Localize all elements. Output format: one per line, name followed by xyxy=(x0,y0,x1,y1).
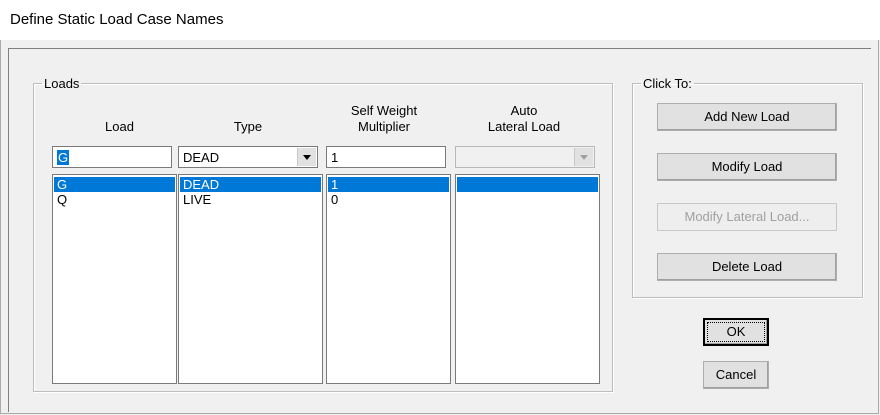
auto-lateral-load-list[interactable] xyxy=(455,174,600,384)
list-item[interactable]: 1 xyxy=(328,177,449,192)
column-header-auto-lateral-line1: Auto xyxy=(510,103,538,118)
list-item[interactable]: DEAD xyxy=(180,177,321,192)
list-item[interactable]: G xyxy=(54,177,175,192)
add-new-load-button[interactable]: Add New Load xyxy=(657,103,837,131)
title-bar: Define Static Load Case Names xyxy=(0,0,880,40)
column-header-self-weight: Self Weight Multiplier xyxy=(325,103,443,135)
auto-lateral-load-dropdown[interactable] xyxy=(455,146,595,168)
load-type-dropdown-button[interactable] xyxy=(297,148,316,166)
column-header-self-weight-line2: Multiplier xyxy=(357,119,410,134)
delete-load-button[interactable]: Delete Load xyxy=(657,253,837,281)
column-header-auto-lateral-line2: Lateral Load xyxy=(487,119,561,134)
column-header-type: Type xyxy=(233,119,263,134)
self-weight-multiplier-list[interactable]: 1 0 xyxy=(326,174,451,384)
cancel-button[interactable]: Cancel xyxy=(703,361,769,389)
auto-lateral-dropdown-button[interactable] xyxy=(574,148,593,166)
column-header-auto-lateral: Auto Lateral Load xyxy=(453,103,595,135)
chevron-down-icon xyxy=(303,155,311,160)
load-name-value: G xyxy=(57,150,70,165)
window-title: Define Static Load Case Names xyxy=(10,11,224,28)
modify-load-button[interactable]: Modify Load xyxy=(657,153,837,181)
list-item[interactable] xyxy=(457,177,598,192)
modify-lateral-load-button[interactable]: Modify Lateral Load... xyxy=(657,203,837,231)
list-item[interactable]: 0 xyxy=(328,192,449,207)
self-weight-multiplier-value: 1 xyxy=(331,150,339,165)
load-name-input[interactable]: G xyxy=(52,146,172,168)
load-type-list[interactable]: DEAD LIVE xyxy=(178,174,323,384)
column-header-load: Load xyxy=(105,119,134,134)
loads-group-legend: Loads xyxy=(44,76,80,91)
chevron-down-icon xyxy=(580,155,588,160)
load-type-dropdown[interactable]: DEAD xyxy=(178,146,318,168)
column-header-self-weight-line1: Self Weight xyxy=(350,103,418,118)
list-item[interactable]: LIVE xyxy=(180,192,321,207)
load-name-list[interactable]: G Q xyxy=(52,174,177,384)
self-weight-multiplier-input[interactable]: 1 xyxy=(326,146,446,168)
ok-button[interactable]: OK xyxy=(703,318,769,346)
load-type-value: DEAD xyxy=(183,150,220,165)
click-to-group-legend: Click To: xyxy=(643,76,692,91)
list-item[interactable]: Q xyxy=(54,192,175,207)
focus-rectangle xyxy=(707,322,765,342)
